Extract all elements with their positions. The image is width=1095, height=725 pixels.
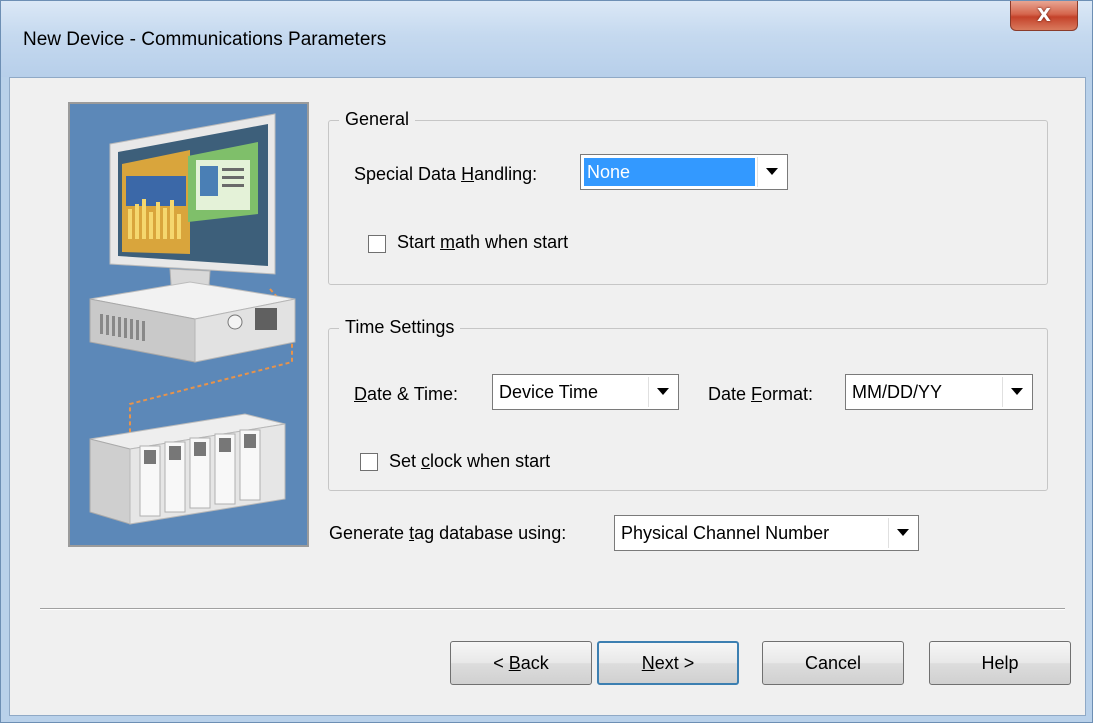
cancel-button[interactable]: Cancel: [762, 641, 904, 685]
generate-tag-database-select[interactable]: Physical Channel Number: [614, 515, 919, 551]
device-illustration-image: [68, 102, 309, 547]
general-legend: General: [339, 109, 416, 130]
help-button-label: Help: [981, 652, 1019, 673]
computer-plc-icon: [89, 113, 296, 525]
help-button[interactable]: Help: [929, 641, 1071, 685]
chevron-down-icon[interactable]: [648, 377, 676, 407]
special-data-handling-label: Special Data Handling:: [354, 164, 538, 184]
dialog-window: New Device - Communications Parameters X: [0, 0, 1093, 723]
generate-tag-database-label: Generate tag database using:: [329, 523, 567, 543]
back-button[interactable]: < Back: [450, 641, 592, 685]
chevron-down-icon[interactable]: [888, 518, 916, 548]
start-math-checkbox[interactable]: [368, 235, 386, 253]
chevron-down-icon[interactable]: [1002, 377, 1030, 407]
button-separator: [40, 608, 1065, 610]
cancel-button-label: Cancel: [804, 652, 862, 673]
date-format-label: Date Format:: [708, 384, 814, 404]
window-title: New Device - Communications Parameters: [23, 29, 387, 50]
set-clock-checkbox[interactable]: [360, 453, 378, 471]
special-data-handling-value: None: [584, 158, 755, 186]
special-data-handling-select[interactable]: None: [580, 154, 788, 190]
set-clock-label: Set clock when start: [389, 451, 551, 471]
generate-tag-database-value: Physical Channel Number: [621, 523, 830, 543]
back-button-label: < Back: [493, 652, 549, 673]
next-button[interactable]: Next >: [597, 641, 739, 685]
start-math-label: Start math when start: [397, 232, 569, 252]
title-bar: New Device - Communications Parameters X: [1, 1, 1092, 77]
time-settings-legend: Time Settings: [339, 317, 461, 338]
next-button-label: Next >: [641, 652, 695, 673]
date-time-value: Device Time: [499, 382, 599, 402]
dialog-client-area: General Special Data Handling: None Star…: [9, 77, 1086, 716]
close-button[interactable]: X: [1010, 1, 1078, 31]
date-time-select[interactable]: Device Time: [492, 374, 679, 410]
date-format-select[interactable]: MM/DD/YY: [845, 374, 1033, 410]
close-icon: X: [1037, 5, 1051, 26]
chevron-down-icon[interactable]: [757, 157, 785, 187]
general-groupbox: General: [328, 109, 1048, 285]
date-time-label: Date & Time:: [354, 384, 459, 404]
date-format-value: MM/DD/YY: [852, 382, 942, 402]
